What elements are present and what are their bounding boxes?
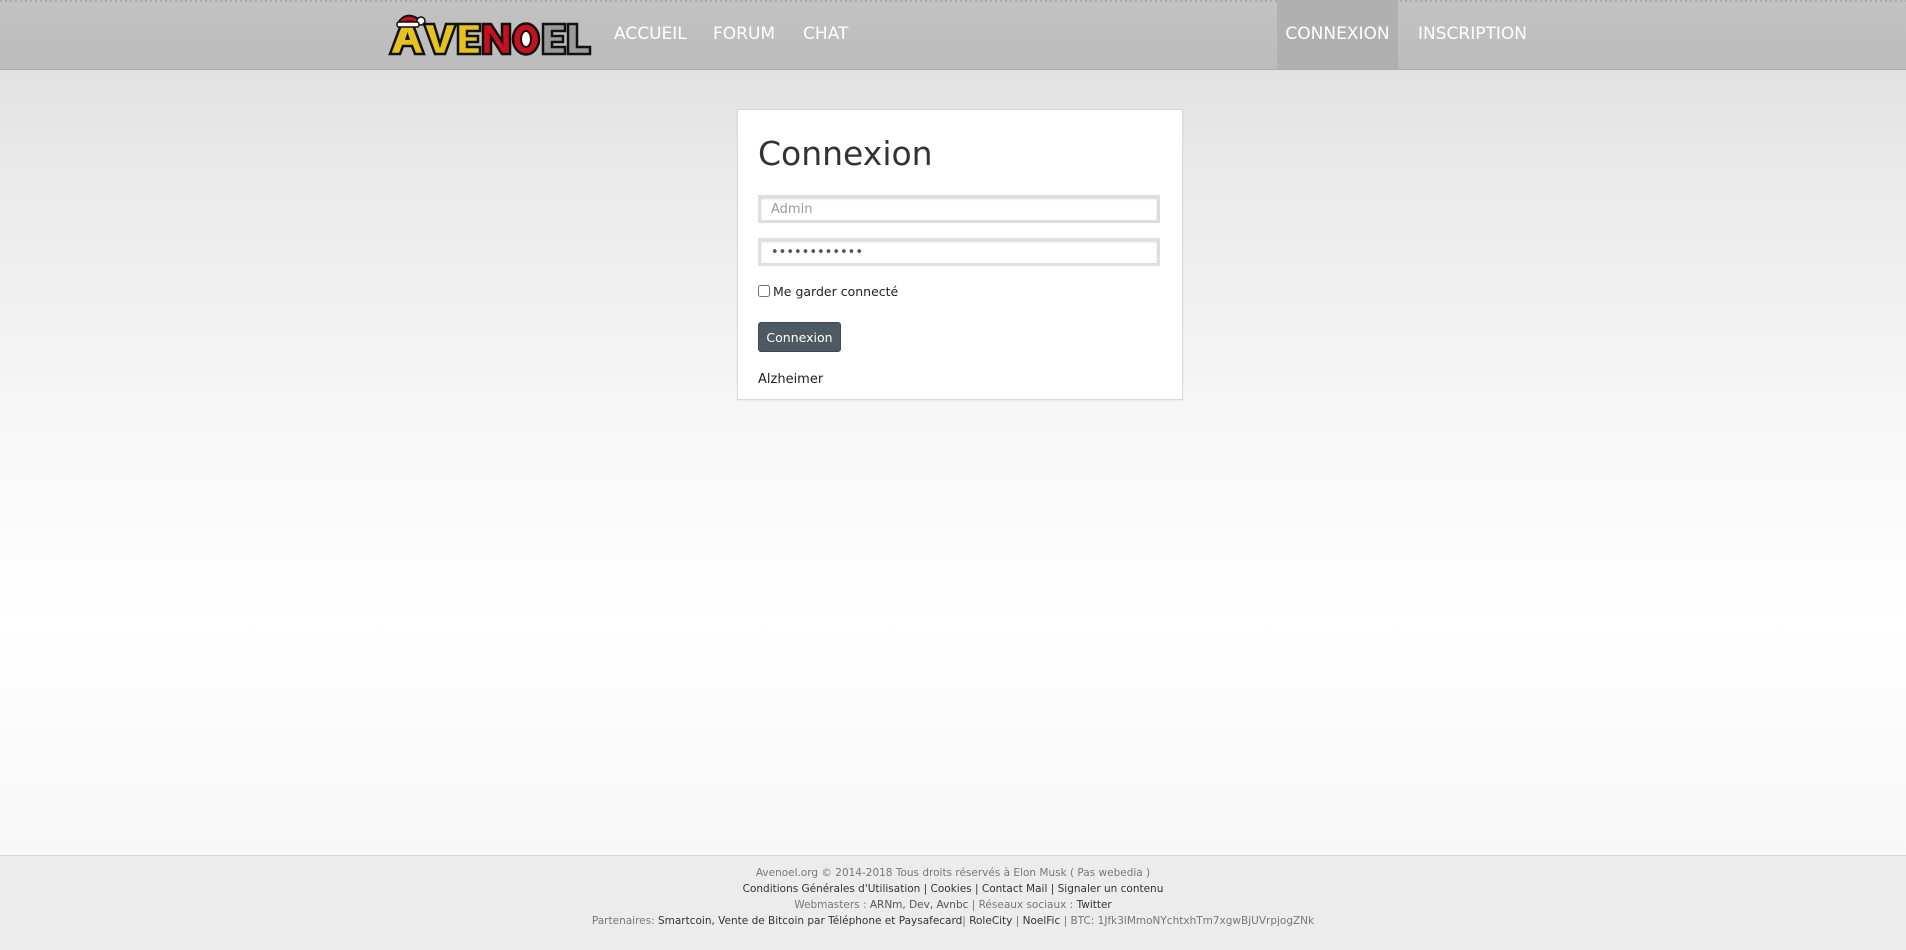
logo-letter-a [388,14,426,56]
footer-webmasters: Webmasters : ARNm, Dev, Avnbc | Réseaux … [0,897,1906,913]
footer-copyright: Avenoel.org © 2014-2018 Tous droits rése… [755,867,1151,879]
nav-chat[interactable]: CHAT [803,0,848,69]
footer-webmasters-names: ARNm, Dev, Avnbc [869,899,969,911]
footer-webmasters-prefix: Webmasters : [794,899,870,911]
footer-partner-noelfic-link[interactable]: NoelFic [1023,915,1061,927]
logo-letter-o [511,22,541,56]
remember-me[interactable]: Me garder connecté [758,284,898,299]
footer-cgu-link[interactable]: Conditions Générales d'Utilisation [743,883,921,895]
logo-letter-n [481,22,512,56]
footer-partner-smartcoin-link[interactable]: Smartcoin, Vente de Bitcoin par Téléphon… [658,915,962,927]
login-submit-button[interactable]: Connexion [758,322,841,352]
footer-btc-address[interactable]: BTC: 1Jfk3lMmoNYchtxhTm7xgwBjUVrpjogZNk [1070,915,1314,927]
footer-partners: Partenaires: Smartcoin, Vente de Bitcoin… [591,915,1315,927]
logo-letter-l [566,22,592,56]
nav-forum[interactable]: FORUM [713,0,775,69]
footer-partners-prefix: Partenaires: [591,915,658,927]
nav-inscription[interactable]: INSCRIPTION [1418,0,1527,69]
navbar-dotted-edge [0,0,1906,2]
logo-letter-e2 [541,22,567,56]
footer-cookies-link[interactable]: Cookies [931,883,972,895]
nav-connexion[interactable]: CONNEXION [1277,0,1398,69]
top-navbar: ACCUEIL FORUM CHAT CONNEXION INSCRIPTION [0,0,1906,70]
logo-letter-v [422,22,458,56]
footer-social-prefix: | Réseaux sociaux : [968,899,1077,911]
footer-contact-link[interactable]: Contact Mail [982,883,1048,895]
remember-me-checkbox[interactable] [758,285,770,297]
login-card: Connexion Me garder connecté Connexion A… [737,109,1183,400]
footer-links: Conditions Générales d'Utilisation | Coo… [742,883,1164,895]
nav-accueil[interactable]: ACCUEIL [614,0,687,69]
avenoel-logo[interactable] [388,12,592,58]
login-title: Connexion [758,134,933,173]
logo-letter-e [456,22,482,56]
username-input[interactable] [758,195,1160,223]
footer-partner-rolecity-link[interactable]: RoleCity [969,915,1012,927]
footer: Avenoel.org © 2014-2018 Tous droits rése… [0,855,1906,950]
remember-me-label: Me garder connecté [773,284,899,299]
footer-twitter-link[interactable]: Twitter [1077,899,1112,911]
footer-report-link[interactable]: Signaler un contenu [1058,883,1164,895]
password-input[interactable] [758,238,1160,266]
forgot-password-link[interactable]: Alzheimer [758,372,823,387]
